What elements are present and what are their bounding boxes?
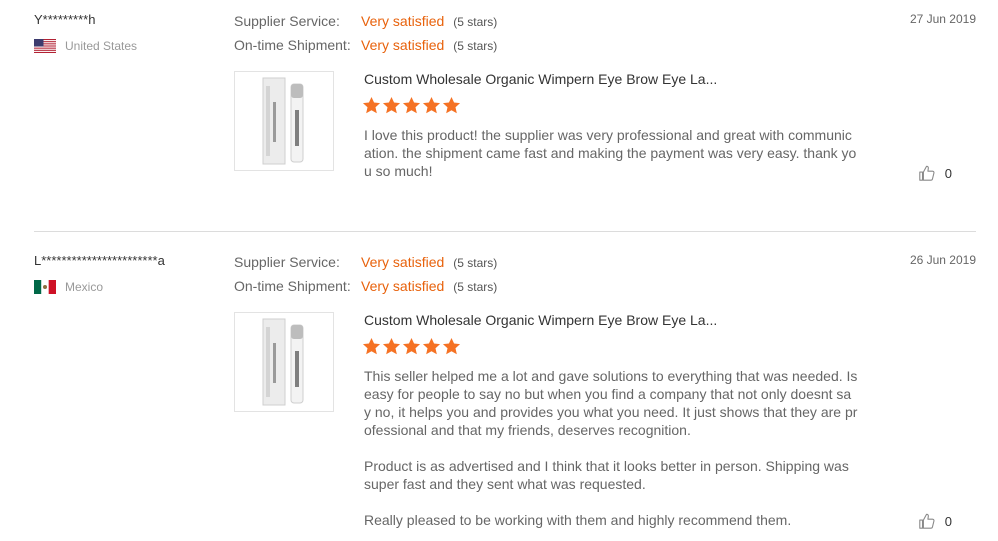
- star-icon: [362, 96, 381, 114]
- reviewer-name: Y*********h: [34, 12, 96, 27]
- supplier-service-rating: Supplier Service: Very satisfied (5 star…: [234, 13, 497, 29]
- shipment-stars: (5 stars): [453, 280, 498, 294]
- review-divider: [34, 231, 976, 232]
- helpful-like-button[interactable]: 0: [918, 164, 952, 182]
- thumbs-up-icon: [919, 165, 935, 181]
- product-title-link[interactable]: Custom Wholesale Organic Wimpern Eye Bro…: [364, 312, 717, 328]
- supplier-service-label: Supplier Service:: [234, 13, 340, 29]
- reviewer-country: United States: [34, 39, 137, 53]
- review-item: Y*********h United States Supplier Servi…: [0, 0, 998, 232]
- thumbs-up-icon: [919, 513, 935, 529]
- star-icon: [382, 337, 401, 355]
- star-icon: [362, 337, 381, 355]
- like-count: 0: [944, 165, 952, 181]
- review-date: 27 Jun 2019: [909, 12, 976, 26]
- country-name: Mexico: [65, 280, 104, 294]
- reviewer-name: L***********************a: [34, 253, 165, 268]
- star-icon: [402, 96, 421, 114]
- star-icon: [442, 96, 461, 114]
- star-icon: [442, 337, 461, 355]
- like-count: 0: [944, 513, 952, 529]
- supplier-service-stars: (5 stars): [453, 15, 498, 29]
- star-icon: [422, 96, 441, 114]
- star-rating: [362, 337, 461, 356]
- us-flag-icon: [34, 39, 56, 53]
- supplier-service-label: Supplier Service:: [234, 254, 340, 270]
- supplier-service-rating: Supplier Service: Very satisfied (5 star…: [234, 254, 497, 270]
- review-text: I love this product! the supplier was ve…: [364, 127, 857, 179]
- shipment-rating: On-time Shipment: Very satisfied (5 star…: [234, 37, 497, 53]
- shipment-value: Very satisfied: [361, 37, 445, 53]
- review-item: L***********************a Mexico Supplie…: [0, 241, 998, 541]
- star-rating: [362, 96, 461, 115]
- shipment-stars: (5 stars): [453, 39, 498, 53]
- shipment-rating: On-time Shipment: Very satisfied (5 star…: [234, 278, 497, 294]
- shipment-label: On-time Shipment:: [234, 278, 351, 294]
- shipment-label: On-time Shipment:: [234, 37, 351, 53]
- supplier-service-stars: (5 stars): [453, 256, 498, 270]
- product-thumbnail[interactable]: [234, 71, 334, 171]
- supplier-service-value: Very satisfied: [361, 254, 445, 270]
- shipment-value: Very satisfied: [361, 278, 445, 294]
- helpful-like-button[interactable]: 0: [918, 512, 952, 530]
- star-icon: [402, 337, 421, 355]
- country-name: United States: [65, 39, 138, 53]
- reviewer-country: Mexico: [34, 280, 103, 294]
- supplier-service-value: Very satisfied: [361, 13, 445, 29]
- review-date: 26 Jun 2019: [909, 253, 976, 267]
- star-icon: [382, 96, 401, 114]
- product-thumbnail[interactable]: [234, 312, 334, 412]
- star-icon: [422, 337, 441, 355]
- review-text: This seller helped me a lot and gave sol…: [364, 368, 858, 528]
- mexico-flag-icon: [34, 280, 56, 294]
- product-title-link[interactable]: Custom Wholesale Organic Wimpern Eye Bro…: [364, 71, 717, 87]
